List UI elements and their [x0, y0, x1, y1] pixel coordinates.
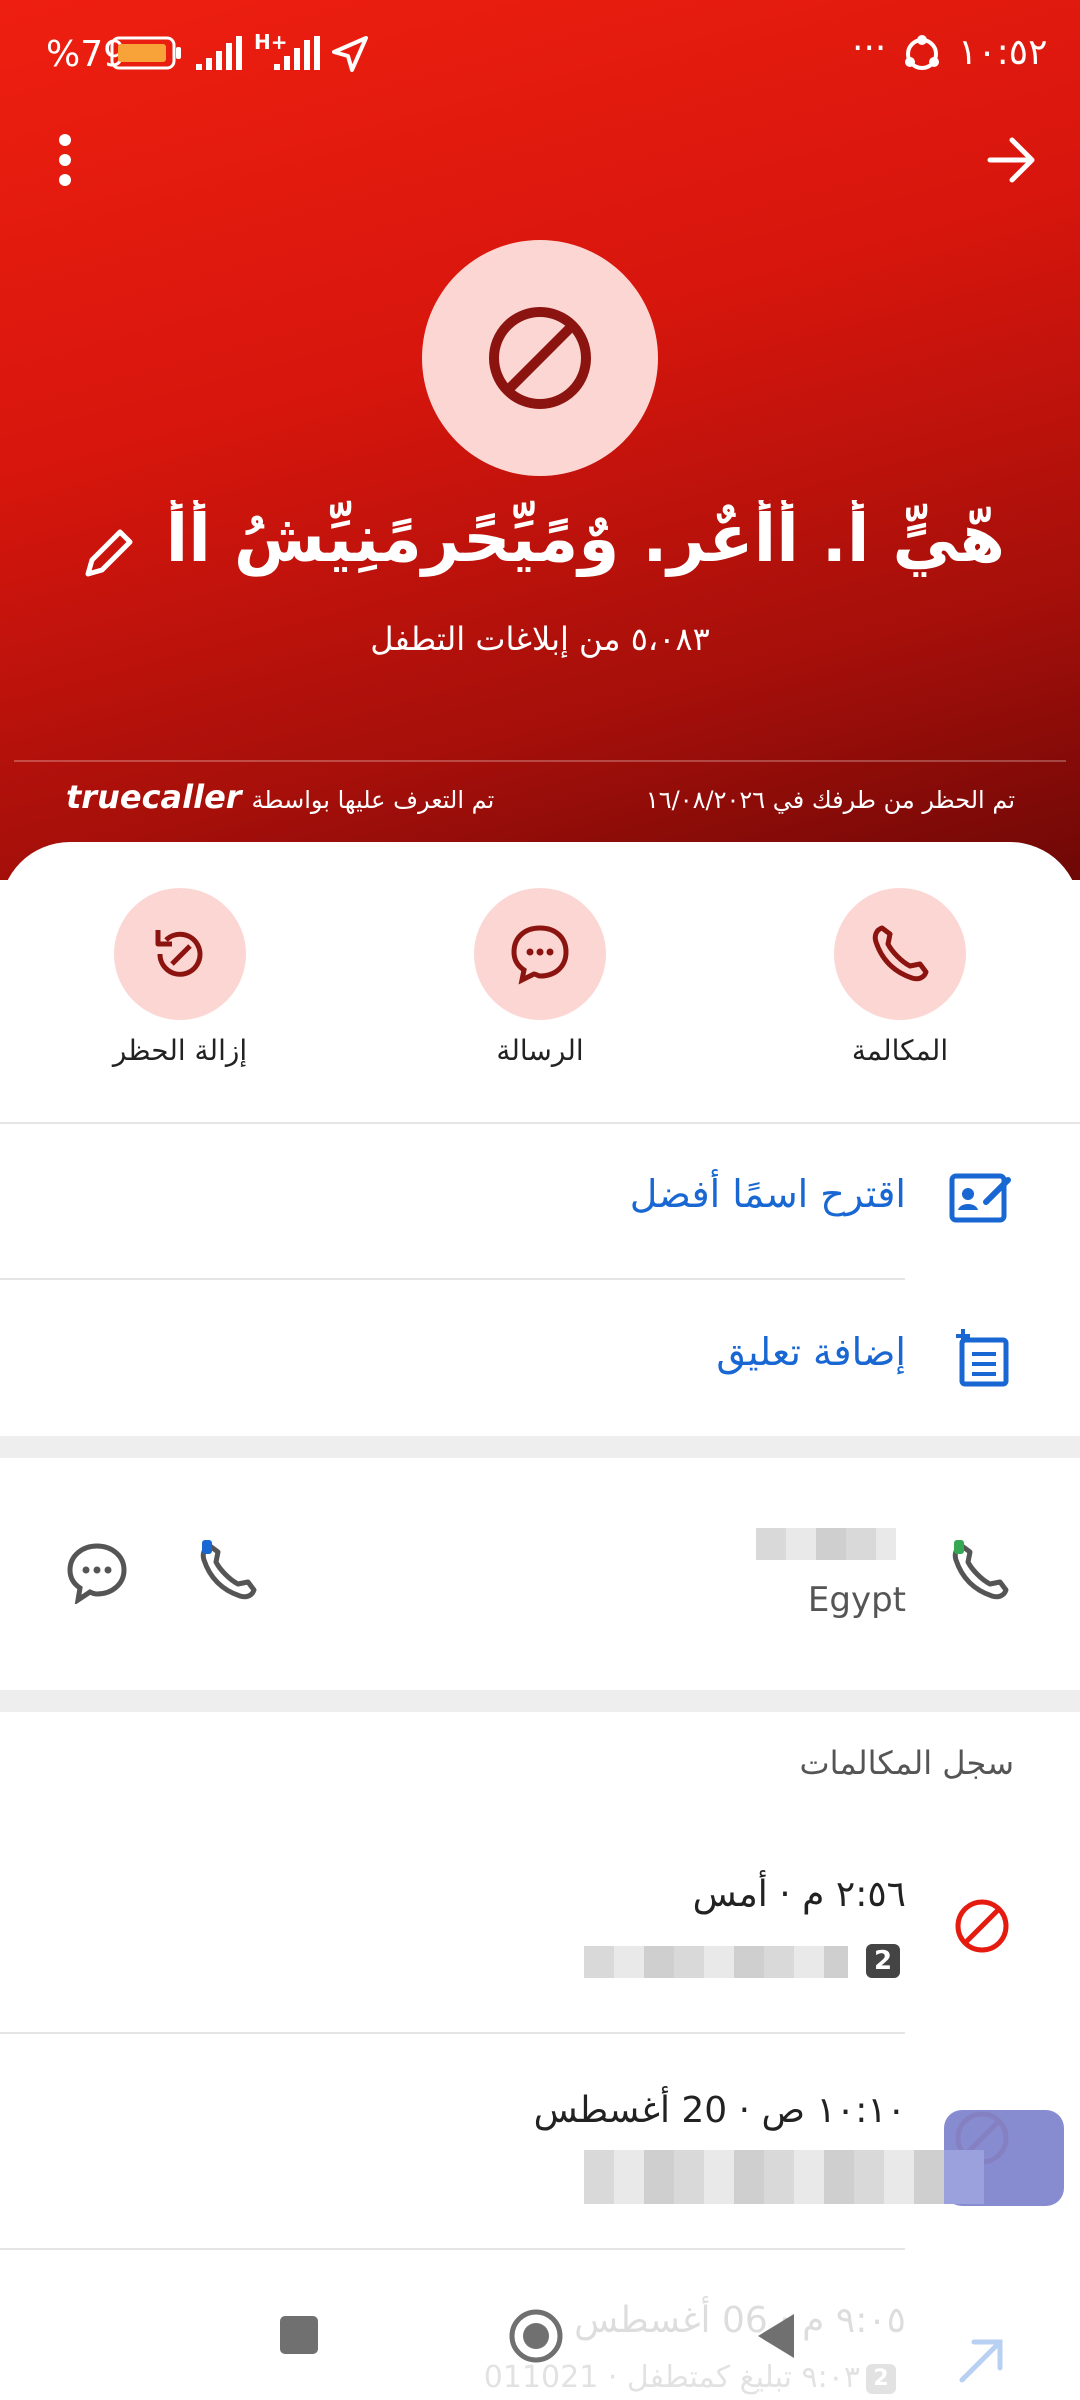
back-button[interactable]: [754, 2310, 798, 2362]
caller-number-redacted: [584, 2150, 974, 2204]
unblock-icon: [155, 930, 203, 977]
phone-icon: [872, 925, 929, 982]
forward-arrow-icon[interactable]: [986, 136, 1038, 184]
truecaller-attribution: truecaller تم التعرف عليها بواسطة: [66, 778, 494, 816]
location-arrow-icon: [332, 36, 368, 72]
call-time: ٩:٠٥ م · 06 أغسطس: [574, 2300, 906, 2341]
contact-name: هّيٍّ أ. أأعٌر. وٌمًيِّحًرمًنِيِّشُ أأ: [165, 500, 1005, 577]
call-log-title: سجل المكالمات: [799, 1744, 1014, 1782]
message-label: الرسالة: [496, 1034, 584, 1067]
suggest-name-link[interactable]: اقترح اسمًا أفضل: [500, 1172, 906, 1216]
blocked-date: تم الحظر من طرفك في ١٦/٠٨/٢٠٢٦: [645, 786, 1015, 814]
outgoing-arrow-icon: [959, 2339, 1003, 2383]
call-log-entry[interactable]: [0, 1812, 1080, 2032]
message-action-circle[interactable]: [474, 888, 606, 1020]
recent-apps-button[interactable]: [280, 2316, 318, 2354]
suggest-name-icon: [949, 1173, 1011, 1223]
header-divider: [14, 760, 1066, 762]
message-action[interactable]: [474, 888, 606, 1020]
section-separator: [0, 1690, 1080, 1712]
floating-bubble-edge: [944, 2150, 984, 2204]
home-button[interactable]: [508, 2308, 564, 2364]
call-time: ٢:٥٦ م · أمس: [692, 1874, 906, 1915]
country: Egypt: [807, 1580, 906, 1620]
sms-icon[interactable]: [66, 1542, 128, 1604]
truecaller-logo: truecaller: [66, 778, 242, 816]
clock: ١٠:٥٢: [958, 32, 1048, 73]
more-status: ···: [852, 28, 887, 69]
block-icon: [489, 307, 591, 409]
more-options-icon[interactable]: [50, 130, 80, 190]
call-number-icon[interactable]: [948, 1540, 1014, 1606]
status-bar: %79 H+ ··· ١٠:٥٢: [0, 0, 1080, 110]
battery-icon: [110, 36, 181, 70]
call-sub: ٩:٠٣ تبليغ كمتطفل · 011021: [483, 2360, 860, 2395]
message-icon: [511, 925, 569, 985]
phone-number-redacted: [756, 1528, 896, 1560]
sim-badge: 2: [866, 1944, 900, 1978]
sync-icon: [905, 35, 939, 70]
call-label: المكالمة: [851, 1034, 949, 1067]
call-action-circle[interactable]: [834, 888, 966, 1020]
add-comment-icon: [956, 1329, 1009, 1387]
unblock-action-circle[interactable]: [114, 888, 246, 1020]
call-time: ١٠:١٠ ص · 20 أغسطس: [533, 2090, 906, 2131]
blocked-avatar: [422, 240, 658, 476]
sim-badge: 2: [866, 2364, 896, 2394]
unblock-action[interactable]: [114, 888, 246, 1020]
call-log-entry[interactable]: [0, 2034, 1080, 2248]
unblock-label: إزالة الحظر: [112, 1034, 248, 1067]
divider: [0, 2248, 905, 2250]
blocked-call-icon: [955, 1899, 1009, 1953]
spam-reports: ٥،٠٨٣ من إبلاغات التطفل: [370, 620, 710, 658]
sim-call-icon[interactable]: [196, 1540, 262, 1606]
edit-pencil-icon[interactable]: [80, 522, 140, 582]
caller-number-redacted: [584, 1946, 848, 1978]
call-action[interactable]: [834, 888, 966, 1020]
signal-icon: [196, 36, 242, 70]
identified-by: تم التعرف عليها بواسطة: [251, 786, 495, 814]
number-row: [0, 1458, 1080, 1690]
signal-icon-2: [274, 36, 320, 70]
section-separator: [0, 1436, 1080, 1458]
add-comment-link[interactable]: إضافة تعليق: [500, 1330, 906, 1374]
